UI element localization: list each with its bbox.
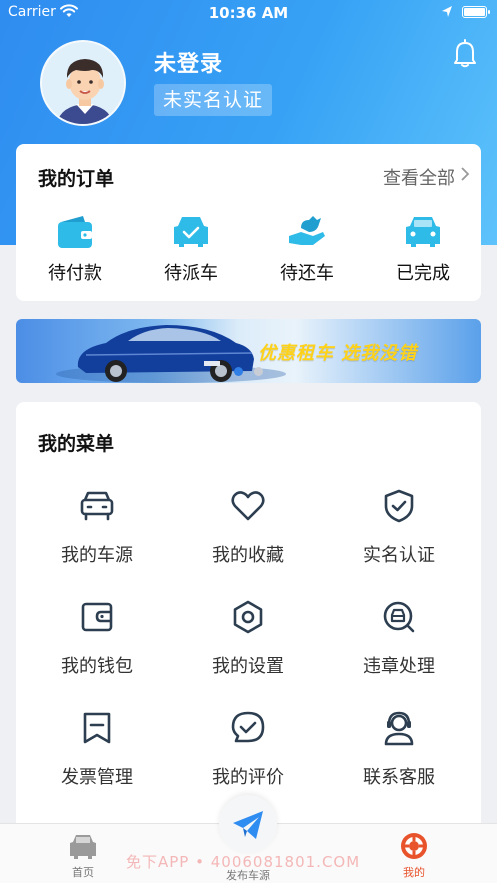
menu-card: 我的菜单 我的车源 我的收藏 实名认证 我的钱包 我的设置 违章处理 发票管理 … xyxy=(16,402,481,842)
invoice-icon xyxy=(83,712,111,744)
watermark-text: 免下APP • 4006081801.COM xyxy=(126,853,361,871)
menu-reviews-label: 我的评价 xyxy=(212,767,284,788)
order-pending-payment[interactable]: 待付款 xyxy=(20,214,130,285)
menu-invoices-label: 发票管理 xyxy=(61,767,133,788)
headset-icon xyxy=(384,711,414,746)
order-pending-dispatch[interactable]: 待派车 xyxy=(136,214,246,285)
bell-icon[interactable] xyxy=(452,38,478,68)
username[interactable]: 未登录 xyxy=(154,46,223,78)
avatar-illustration xyxy=(42,42,124,124)
menu-real-name-auth-label: 实名认证 xyxy=(363,545,435,566)
menu-wallet[interactable]: 我的钱包 xyxy=(32,599,162,678)
menu-settings[interactable]: 我的设置 xyxy=(183,599,313,678)
tab-home-label: 首页 xyxy=(72,866,94,879)
menu-settings-label: 我的设置 xyxy=(212,656,284,677)
menu-violations-label: 违章处理 xyxy=(363,656,435,677)
shield-check-icon xyxy=(384,489,414,523)
status-bar: Carrier 10:36 AM xyxy=(0,0,497,26)
chevron-right-icon[interactable] xyxy=(460,166,470,182)
auth-status-badge[interactable]: 未实名认证 xyxy=(154,84,273,116)
lifebuoy-icon xyxy=(401,833,427,859)
publish-button[interactable] xyxy=(219,795,277,853)
battery-icon xyxy=(462,6,490,18)
tab-mine-label: 我的 xyxy=(403,866,425,879)
menu-my-cars-label: 我的车源 xyxy=(61,545,133,566)
menu-title: 我的菜单 xyxy=(38,433,115,455)
location-arrow-icon xyxy=(442,6,452,17)
hand-return-icon xyxy=(289,216,325,245)
car-done-icon xyxy=(406,217,440,247)
avatar[interactable] xyxy=(40,40,126,126)
menu-favorites-label: 我的收藏 xyxy=(212,545,284,566)
order-pending-return-label: 待还车 xyxy=(280,263,334,284)
wallet-outline-icon xyxy=(81,602,113,632)
view-all-orders-link[interactable]: 查看全部 xyxy=(383,164,455,190)
order-pending-payment-label: 待付款 xyxy=(48,263,102,284)
order-pending-dispatch-label: 待派车 xyxy=(164,263,218,284)
menu-wallet-label: 我的钱包 xyxy=(61,656,133,677)
menu-favorites[interactable]: 我的收藏 xyxy=(183,488,313,567)
paper-plane-icon xyxy=(233,811,263,839)
orders-title: 我的订单 xyxy=(38,168,115,190)
order-completed-label: 已完成 xyxy=(396,263,450,284)
car-home-icon xyxy=(70,835,96,859)
tab-mine[interactable]: 我的 xyxy=(369,832,459,880)
banner-dot[interactable] xyxy=(254,367,263,376)
menu-reviews[interactable]: 我的评价 xyxy=(183,710,313,789)
menu-invoices[interactable]: 发票管理 xyxy=(32,710,162,789)
menu-real-name-auth[interactable]: 实名认证 xyxy=(334,488,464,567)
order-completed[interactable]: 已完成 xyxy=(368,214,478,285)
menu-violations[interactable]: 违章处理 xyxy=(334,599,464,678)
hex-settings-icon xyxy=(233,600,263,634)
menu-customer-service[interactable]: 联系客服 xyxy=(334,710,464,789)
banner-dot-active[interactable] xyxy=(234,367,243,376)
wallet-icon xyxy=(58,216,92,248)
heart-icon xyxy=(231,491,265,521)
comment-check-icon xyxy=(231,711,265,743)
clock: 10:36 AM xyxy=(208,4,289,22)
menu-my-cars[interactable]: 我的车源 xyxy=(32,488,162,567)
orders-card: 我的订单 查看全部 待付款 待派车 待还车 已完成 xyxy=(16,144,481,301)
search-car-icon xyxy=(383,601,415,633)
menu-customer-service-label: 联系客服 xyxy=(363,767,435,788)
banner-text: 优惠租车 选我没错 xyxy=(258,343,418,364)
car-icon xyxy=(80,491,114,521)
car-check-icon xyxy=(174,217,208,247)
order-pending-return[interactable]: 待还车 xyxy=(252,214,362,285)
tab-home[interactable]: 首页 xyxy=(38,832,128,880)
promo-banner[interactable]: 优惠租车 选我没错 xyxy=(16,319,481,383)
